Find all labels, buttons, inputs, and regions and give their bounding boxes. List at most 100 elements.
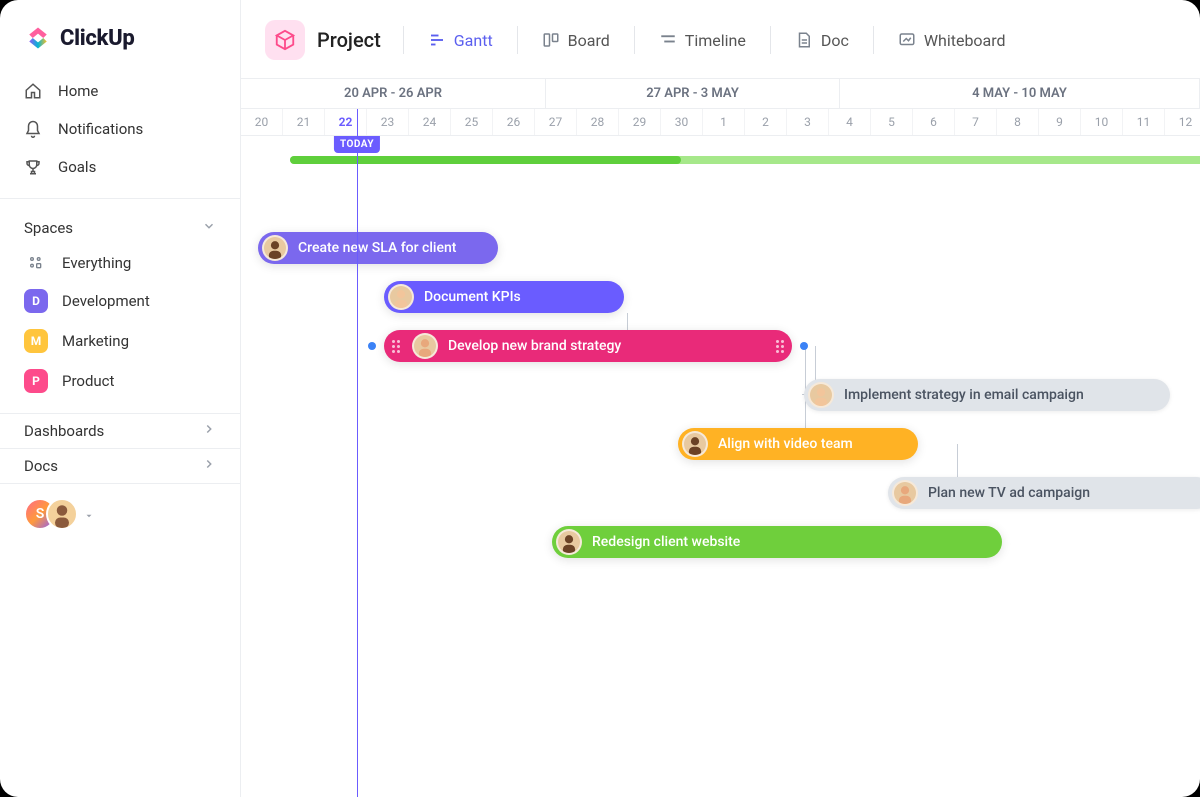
day-cell: 20 xyxy=(241,109,283,135)
day-cell: 7 xyxy=(955,109,997,135)
dependency-dot[interactable] xyxy=(800,342,808,350)
docs-section: Docs xyxy=(0,448,240,483)
space-label: Product xyxy=(62,372,114,390)
gantt-chart[interactable]: TODAY Create new SLA for clientDocument … xyxy=(241,136,1200,776)
doc-icon xyxy=(795,31,813,49)
space-badge: M xyxy=(24,329,48,353)
day-cell: 12 xyxy=(1165,109,1200,135)
task-bar[interactable]: Implement strategy in email campaign xyxy=(804,379,1170,411)
week-range: 4 MAY - 10 MAY xyxy=(840,79,1200,109)
day-cell: 24 xyxy=(409,109,451,135)
avatar xyxy=(262,235,288,261)
space-label: Development xyxy=(62,292,150,310)
day-cell: 30 xyxy=(661,109,703,135)
chevron-down-icon xyxy=(202,219,216,237)
space-product[interactable]: P Product xyxy=(0,361,240,401)
day-cell: 3 xyxy=(787,109,829,135)
dashboards-header[interactable]: Dashboards xyxy=(0,414,240,448)
day-cell: 28 xyxy=(577,109,619,135)
space-marketing[interactable]: M Marketing xyxy=(0,321,240,361)
board-icon xyxy=(542,31,560,49)
section-title: Docs xyxy=(24,457,58,475)
user-avatars: S xyxy=(24,498,80,532)
project-icon[interactable] xyxy=(265,20,305,60)
day-cell: 21 xyxy=(283,109,325,135)
gantt-icon xyxy=(428,31,446,49)
week-range: 20 APR - 26 APR xyxy=(241,79,546,109)
avatar xyxy=(682,431,708,457)
logo[interactable]: ClickUp xyxy=(0,0,240,68)
drag-handle-icon[interactable] xyxy=(776,339,786,353)
view-board[interactable]: Board xyxy=(532,25,620,56)
view-doc[interactable]: Doc xyxy=(785,25,859,56)
grid-icon xyxy=(26,253,46,273)
day-cell: 29 xyxy=(619,109,661,135)
task-bar[interactable]: Plan new TV ad campaign xyxy=(888,477,1200,509)
chevron-right-icon xyxy=(202,422,216,440)
nav-goals[interactable]: Goals xyxy=(8,148,232,186)
task-bar[interactable]: Create new SLA for client xyxy=(258,232,498,264)
drag-handle-icon[interactable] xyxy=(392,339,402,353)
overall-progress xyxy=(290,156,1200,164)
task-bar[interactable]: Align with video team xyxy=(678,428,918,460)
dashboards-section: Dashboards xyxy=(0,413,240,448)
day-cell: 10 xyxy=(1081,109,1123,135)
today-line xyxy=(357,109,358,797)
view-label: Board xyxy=(568,31,610,50)
task-label: Plan new TV ad campaign xyxy=(928,485,1090,501)
task-label: Align with video team xyxy=(718,436,853,452)
view-gantt[interactable]: Gantt xyxy=(418,25,503,56)
task-bar[interactable]: Document KPIs xyxy=(384,281,624,313)
task-label: Create new SLA for client xyxy=(298,240,456,256)
everything-item[interactable]: Everything xyxy=(0,245,240,281)
avatar xyxy=(556,529,582,555)
day-cell: 25 xyxy=(451,109,493,135)
space-badge: D xyxy=(24,289,48,313)
section-title: Dashboards xyxy=(24,422,104,440)
toolbar: Project Gantt Board Timeline Doc xyxy=(241,0,1200,78)
avatar xyxy=(388,284,414,310)
nav-home[interactable]: Home xyxy=(8,72,232,110)
week-range: 27 APR - 3 MAY xyxy=(546,79,840,109)
divider xyxy=(403,26,404,54)
progress-fill xyxy=(290,156,681,164)
space-badge: P xyxy=(24,369,48,393)
task-label: Implement strategy in email campaign xyxy=(844,387,1084,403)
avatar xyxy=(808,382,834,408)
day-cell: 1 xyxy=(703,109,745,135)
brand-name: ClickUp xyxy=(60,26,135,51)
view-label: Gantt xyxy=(454,31,493,50)
space-label: Everything xyxy=(62,254,131,272)
main-panel: Project Gantt Board Timeline Doc xyxy=(241,0,1200,797)
day-cell: 4 xyxy=(829,109,871,135)
view-timeline[interactable]: Timeline xyxy=(649,25,756,56)
view-label: Whiteboard xyxy=(924,31,1006,50)
sidebar: ClickUp Home Notifications Goals Spaces xyxy=(0,0,241,797)
spaces-header[interactable]: Spaces xyxy=(0,211,240,245)
day-cell: 27 xyxy=(535,109,577,135)
task-label: Redesign client website xyxy=(592,534,740,550)
project-title: Project xyxy=(317,28,381,52)
view-label: Doc xyxy=(821,31,849,50)
home-icon xyxy=(24,82,42,100)
divider xyxy=(517,26,518,54)
day-cell: 5 xyxy=(871,109,913,135)
day-header: 2021222324252627282930123456789101112 xyxy=(241,109,1200,136)
section-title: Spaces xyxy=(24,219,73,237)
dependency-dot[interactable] xyxy=(368,342,376,350)
user-switcher[interactable]: S xyxy=(0,483,240,546)
space-label: Marketing xyxy=(62,332,129,350)
space-development[interactable]: D Development xyxy=(0,281,240,321)
task-bar[interactable]: Redesign client website xyxy=(552,526,1002,558)
trophy-icon xyxy=(24,158,42,176)
timeline-icon xyxy=(659,31,677,49)
docs-header[interactable]: Docs xyxy=(0,449,240,483)
spaces-section: Spaces Everything D Development M Market… xyxy=(0,198,240,413)
divider xyxy=(873,26,874,54)
view-whiteboard[interactable]: Whiteboard xyxy=(888,25,1016,56)
nav-notifications[interactable]: Notifications xyxy=(8,110,232,148)
bell-icon xyxy=(24,120,42,138)
nav-label: Notifications xyxy=(58,120,143,138)
chevron-right-icon xyxy=(202,457,216,475)
task-bar[interactable]: Develop new brand strategy xyxy=(384,330,792,362)
